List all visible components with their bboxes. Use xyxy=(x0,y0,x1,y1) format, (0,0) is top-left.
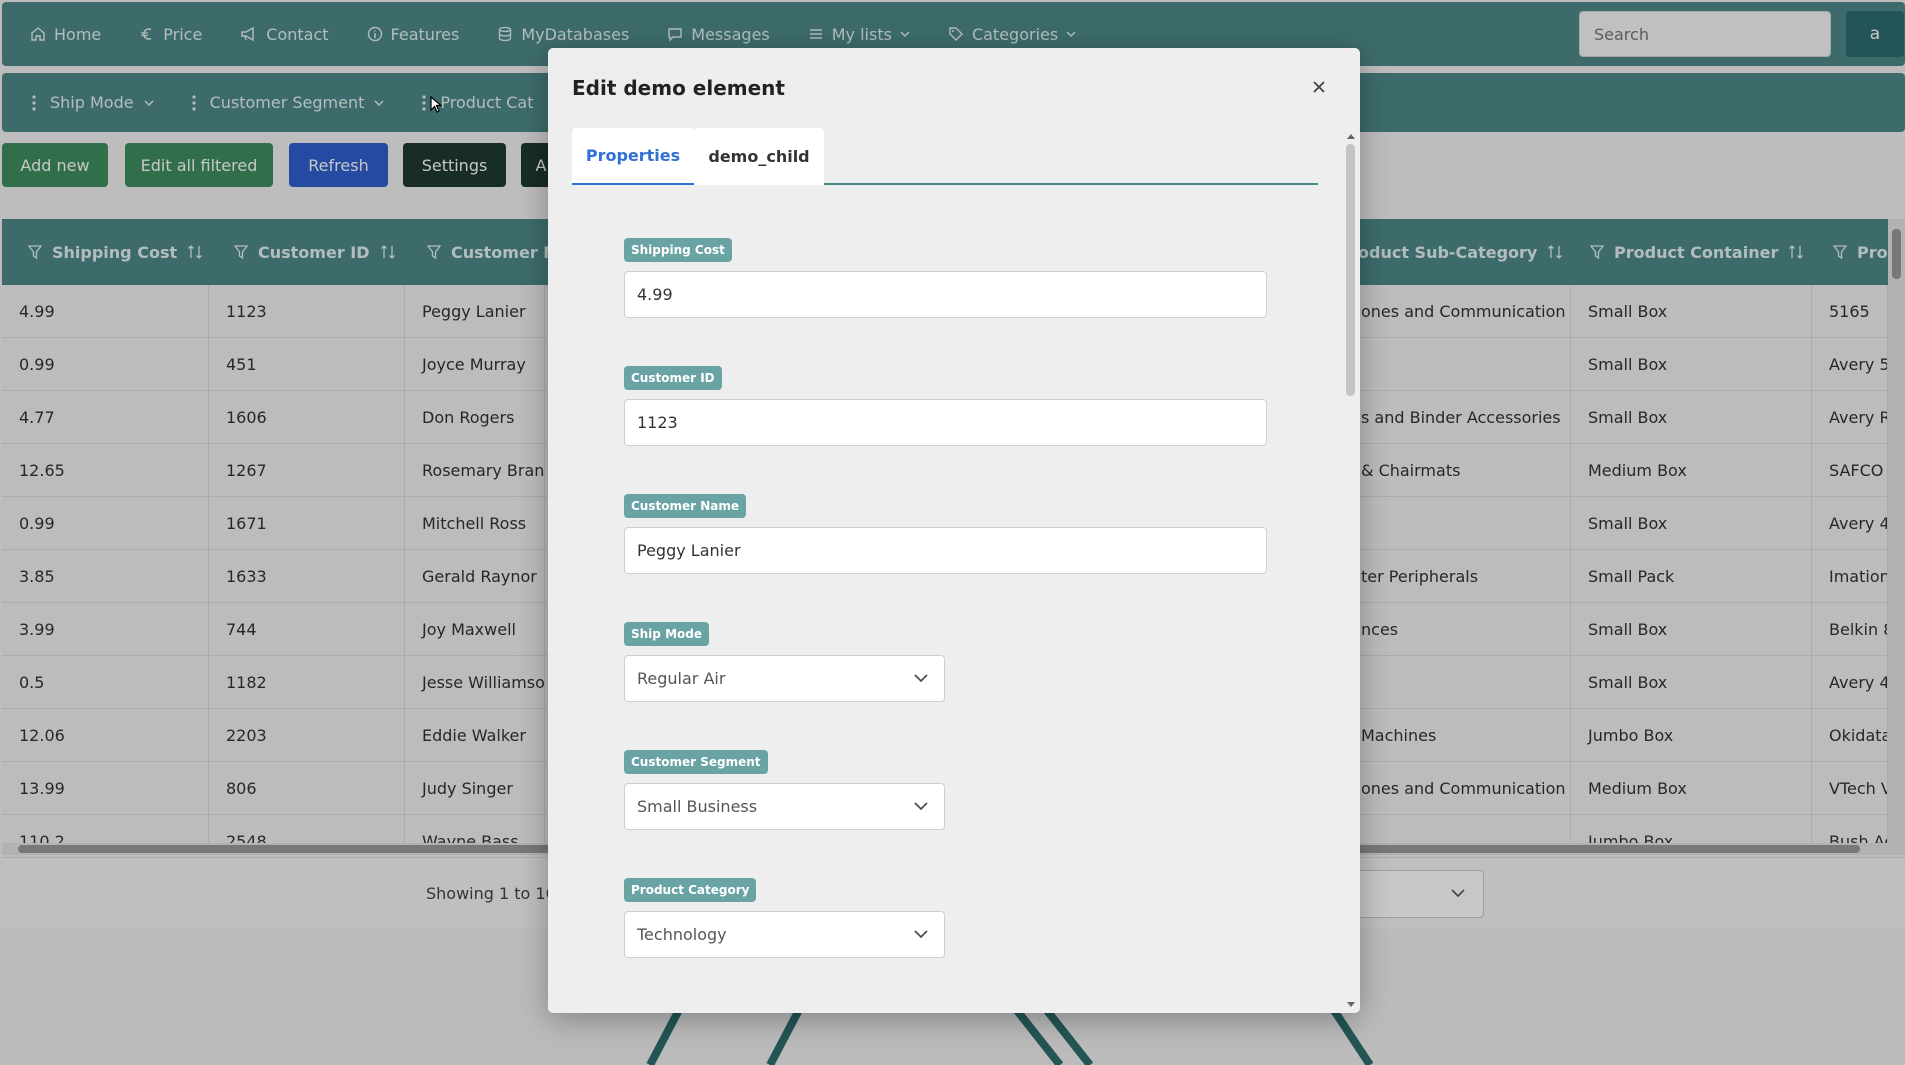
field-label: Shipping Cost xyxy=(624,238,732,262)
field-label: Customer ID xyxy=(624,366,722,390)
ship-mode-select[interactable]: Regular Air xyxy=(624,655,945,702)
tab-properties[interactable]: Properties xyxy=(572,128,694,185)
field-label: Customer Segment xyxy=(624,750,768,774)
tab-demo-child[interactable]: demo_child xyxy=(694,128,824,185)
field-ship-mode: Ship Mode Regular Air xyxy=(624,622,945,702)
mouse-cursor-icon xyxy=(430,96,442,113)
field-customer-id: Customer ID 1123 xyxy=(624,366,1267,446)
customer-name-input[interactable]: Peggy Lanier xyxy=(624,527,1267,574)
edit-dialog: Edit demo element Properties demo_child … xyxy=(548,48,1360,1013)
shipping-cost-input[interactable]: 4.99 xyxy=(624,271,1267,318)
select-value: Technology xyxy=(637,925,727,944)
scroll-down-icon[interactable] xyxy=(1347,1002,1355,1007)
field-product-category: Product Category Technology xyxy=(624,878,945,958)
close-icon[interactable] xyxy=(1308,76,1330,98)
chevron-down-icon xyxy=(914,930,928,939)
customer-id-input[interactable]: 1123 xyxy=(624,399,1267,446)
field-label: Customer Name xyxy=(624,494,746,518)
field-customer-name: Customer Name Peggy Lanier xyxy=(624,494,1267,574)
dialog-title: Edit demo element xyxy=(572,76,785,100)
product-category-select[interactable]: Technology xyxy=(624,911,945,958)
dialog-tabs: Properties demo_child xyxy=(572,128,1318,185)
chevron-down-icon xyxy=(914,802,928,811)
dialog-form: Shipping Cost 4.99 Customer ID 1123 Cust… xyxy=(572,188,1334,1013)
scroll-up-icon[interactable] xyxy=(1347,134,1355,139)
scrollbar-thumb[interactable] xyxy=(1346,144,1355,396)
dialog-scrollbar[interactable] xyxy=(1343,134,1357,1013)
select-value: Regular Air xyxy=(637,669,726,688)
field-label: Product Category xyxy=(624,878,757,902)
field-customer-segment: Customer Segment Small Business xyxy=(624,750,945,830)
select-value: Small Business xyxy=(637,797,758,816)
chevron-down-icon xyxy=(914,674,928,683)
field-label: Ship Mode xyxy=(624,622,709,646)
customer-segment-select[interactable]: Small Business xyxy=(624,783,945,830)
field-shipping-cost: Shipping Cost 4.99 xyxy=(624,238,1267,318)
